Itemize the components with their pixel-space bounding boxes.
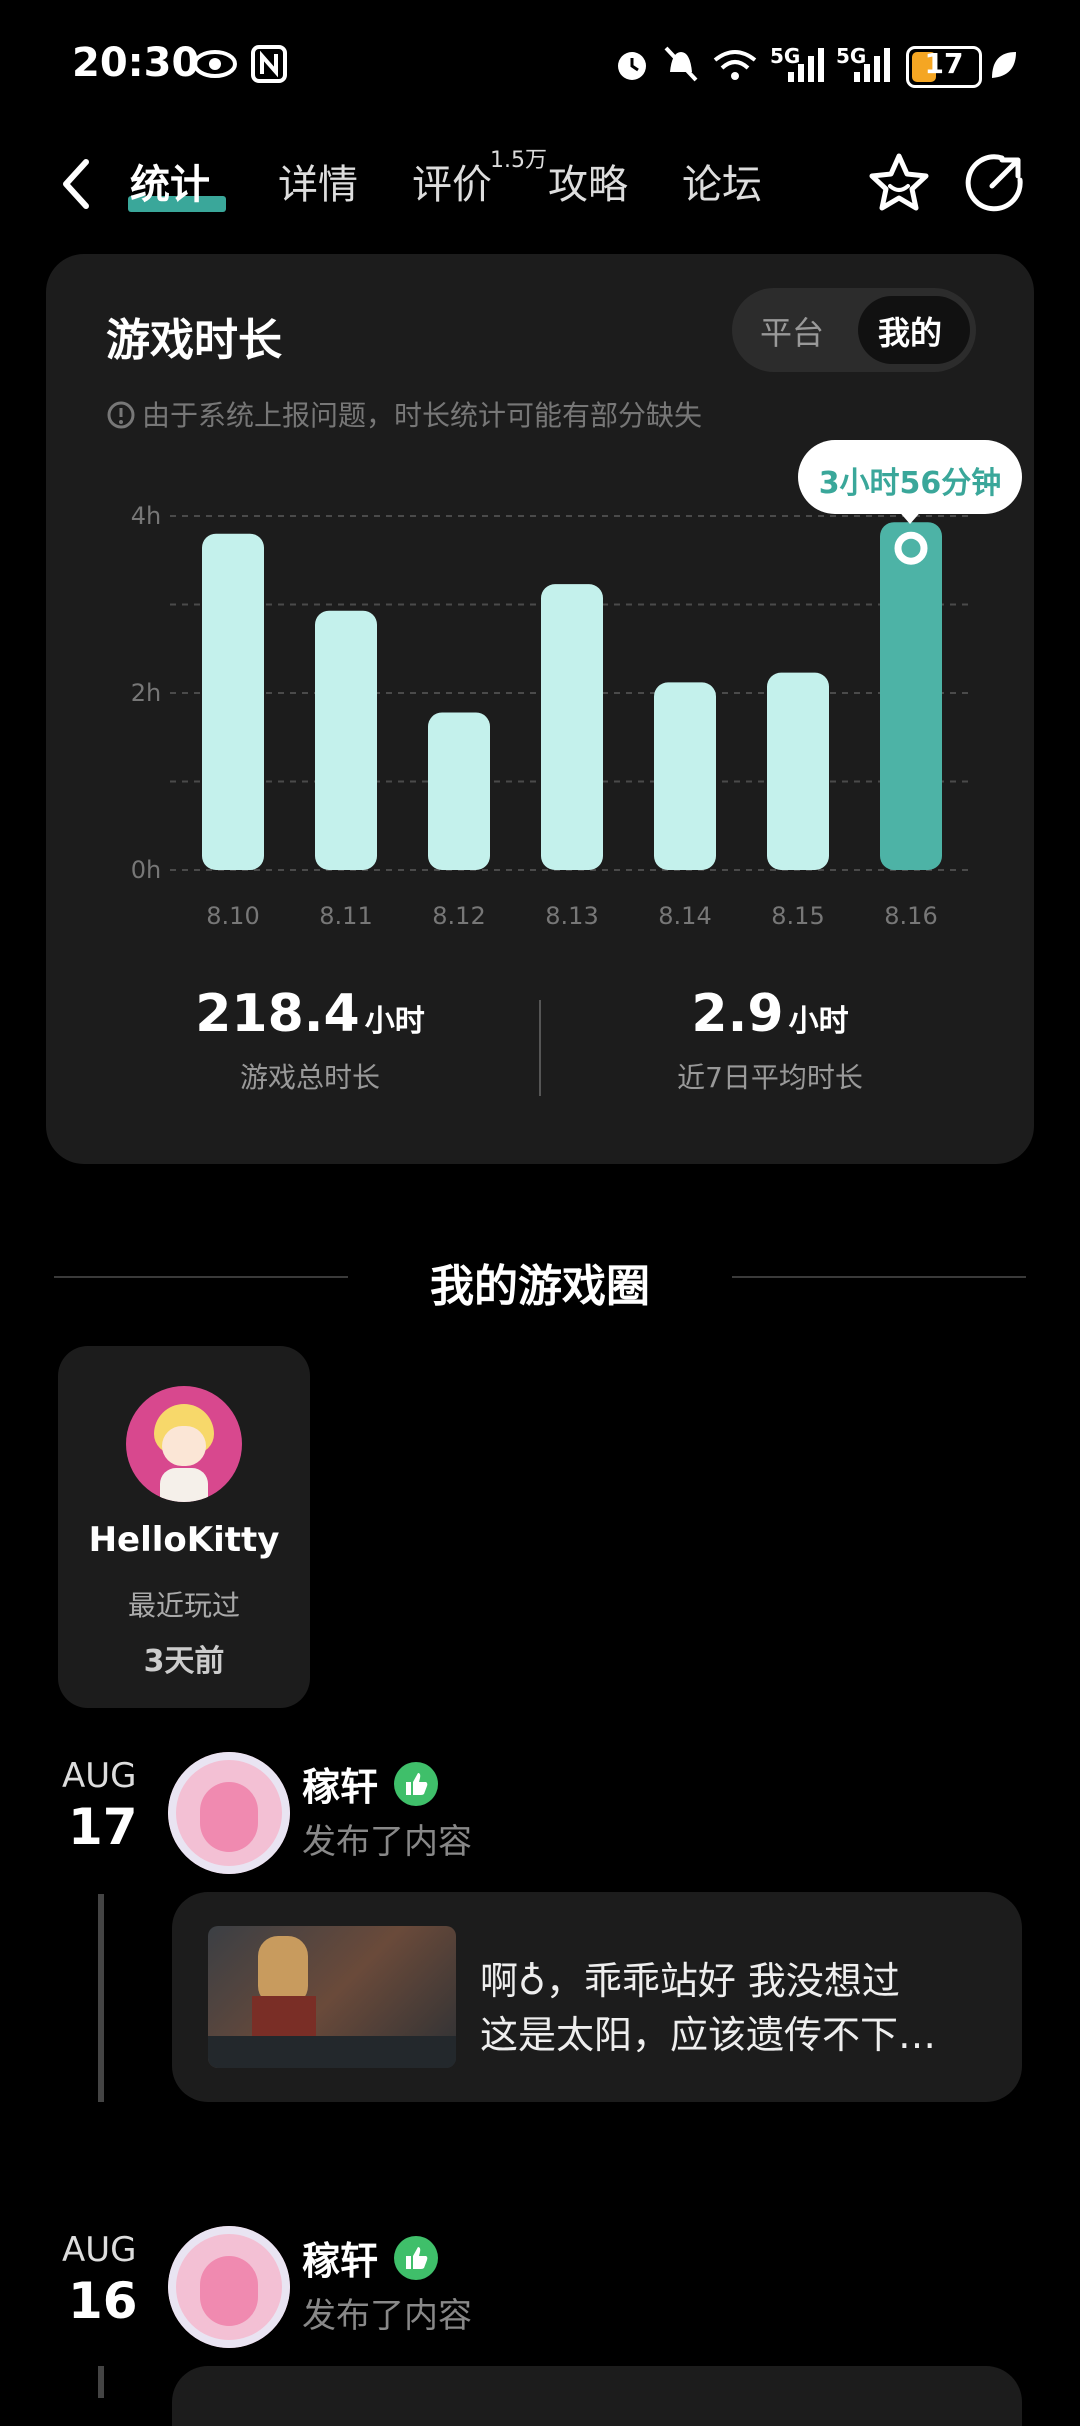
bar-8.11[interactable] [315, 610, 377, 870]
total-playtime-value: 218.4 [195, 984, 360, 1044]
timeline-line [98, 1894, 104, 2102]
tooltip-pointer [896, 508, 924, 524]
share-icon[interactable] [962, 150, 1028, 216]
timeline-line [98, 2366, 104, 2398]
feed-action: 发布了内容 [302, 2296, 472, 2336]
avg-playtime-unit: 小时 [788, 1004, 849, 1039]
signal-icon [788, 48, 824, 82]
game-circle-title: 我的游戏圈 [430, 1261, 650, 1312]
bar-8.13[interactable] [541, 584, 603, 870]
x-tick-label: 8.15 [771, 902, 824, 930]
tab-stats[interactable]: 统计 [130, 152, 210, 210]
toggle-mine[interactable]: 我的 [878, 308, 942, 354]
user-avatar[interactable] [168, 2226, 290, 2348]
stats-divider [539, 1000, 541, 1096]
feed-user-name[interactable]: 稼轩 [302, 2230, 378, 2285]
status-time: 20:30 [72, 40, 200, 86]
tab-details[interactable]: 详情 [278, 152, 358, 210]
y-tick-label: 4h [131, 502, 161, 530]
post-card[interactable] [172, 2366, 1022, 2426]
x-tick-label: 8.14 [658, 902, 711, 930]
post-text-line-2: 这是太阳，应该遗传不下… [480, 2013, 937, 2057]
thumbs-up-badge-icon [394, 2236, 438, 2280]
game-avatar [126, 1386, 242, 1502]
toggle-platform[interactable]: 平台 [760, 308, 824, 354]
leaf-icon [992, 52, 1016, 78]
avg-playtime: 2.9 小时 [560, 984, 980, 1044]
bar-8.15[interactable] [767, 672, 829, 870]
bar-8.12[interactable] [428, 712, 490, 870]
user-avatar[interactable] [168, 1752, 290, 1874]
game-name: HelloKitty [88, 1520, 280, 1560]
signal-icon-2 [854, 48, 890, 82]
avg-playtime-value: 2.9 [691, 984, 784, 1044]
feed-action: 发布了内容 [302, 1822, 472, 1862]
favorite-star-icon[interactable] [866, 150, 932, 216]
y-tick-label: 0h [131, 856, 161, 884]
post-text-line-1: 啊♁，乖乖站好 我没想过 [480, 1959, 900, 2003]
avg-playtime-label: 近7日平均时长 [677, 1061, 863, 1094]
total-playtime-label: 游戏总时长 [239, 1061, 380, 1094]
post-thumbnail [208, 1926, 456, 2068]
tab-forum[interactable]: 论坛 [682, 152, 762, 210]
feed-day: 16 [68, 2272, 138, 2330]
x-tick-label: 8.16 [884, 902, 937, 930]
back-icon[interactable] [56, 156, 96, 212]
bar-8.10[interactable] [202, 533, 264, 870]
data-notice: 由于系统上报问题，时长统计可能有部分缺失 [106, 394, 702, 434]
playtime-title: 游戏时长 [106, 315, 282, 366]
feed-month: AUG [62, 1756, 137, 1796]
notice-text: 由于系统上报问题，时长统计可能有部分缺失 [142, 399, 703, 432]
alarm-icon [618, 52, 646, 80]
bar-highlight-marker [894, 531, 928, 565]
x-tick-label: 8.12 [432, 902, 485, 930]
total-playtime: 218.4 小时 [100, 984, 520, 1044]
battery-level: 17 [924, 47, 964, 80]
game-last-played: 3天前 [143, 1644, 225, 1679]
bar-8.16[interactable] [880, 522, 942, 870]
x-tick-label: 8.10 [206, 902, 259, 930]
x-tick-label: 8.13 [545, 902, 598, 930]
info-icon [107, 401, 135, 429]
tab-guides[interactable]: 攻略 [548, 152, 628, 210]
feed-month: AUG [62, 2230, 137, 2270]
x-tick-label: 8.11 [319, 902, 372, 930]
eye-icon [193, 50, 237, 78]
tooltip-text: 3小时56分钟 [818, 466, 1002, 501]
thumbs-up-badge-icon [394, 1762, 438, 1806]
feed-day: 17 [68, 1798, 138, 1856]
feed-user-name[interactable]: 稼轩 [302, 1756, 378, 1811]
battery-icon: 17 [906, 46, 982, 88]
bar-8.14[interactable] [654, 682, 716, 870]
tab-reviews[interactable]: 评价 [412, 152, 492, 210]
y-tick-label: 2h [131, 679, 161, 707]
game-recent-label: 最近玩过 [127, 1589, 240, 1622]
mute-icon [664, 46, 698, 82]
nfc-icon [251, 45, 287, 83]
wifi-icon [713, 50, 757, 80]
total-playtime-unit: 小时 [364, 1004, 425, 1039]
review-count-badge: 1.5万 [490, 148, 547, 173]
